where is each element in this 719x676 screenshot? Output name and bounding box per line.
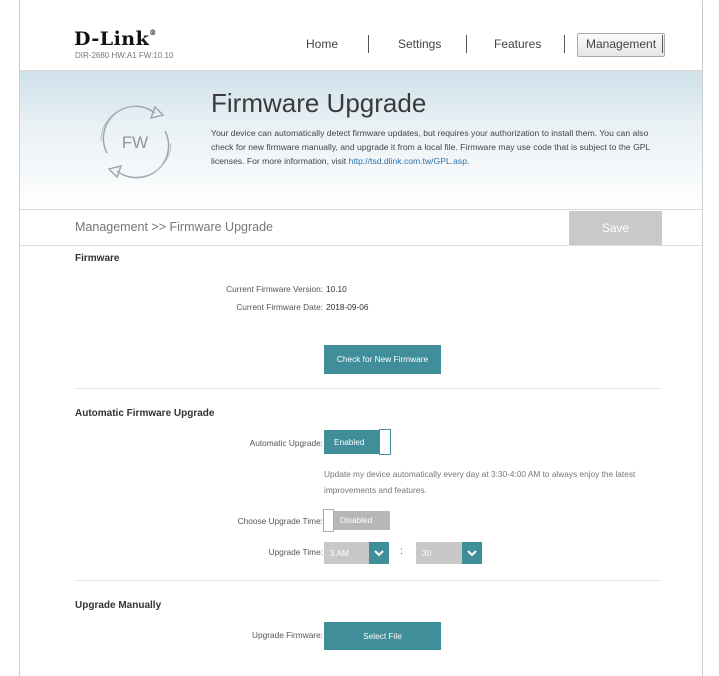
page-banner: FW Firmware Upgrade Your device can auto…: [20, 71, 702, 210]
toggle-knob: [323, 509, 334, 532]
minute-select[interactable]: 30: [416, 542, 482, 564]
auto-upgrade-toggle[interactable]: Enabled: [324, 429, 391, 455]
select-file-button[interactable]: Select File: [324, 622, 441, 650]
section-title-upgrade-manually: Upgrade Manually: [75, 600, 162, 611]
chevron-down-icon: [462, 542, 482, 564]
nav-separator: [564, 35, 565, 53]
section-title-firmware: Firmware: [75, 253, 120, 264]
time-colon: :: [400, 546, 403, 557]
breadcrumb-bar: Management >> Firmware Upgrade Save: [20, 211, 702, 246]
nav-settings[interactable]: Settings: [398, 33, 441, 55]
section-divider: [75, 388, 661, 389]
firmware-icon: FW: [85, 91, 185, 191]
top-header: D-Link® DIR-2680 HW:A1 FW:10.10 Home Set…: [20, 0, 702, 71]
auto-upgrade-note: Update my device automatically every day…: [324, 469, 636, 495]
nav-separator: [466, 35, 467, 53]
page-title: Firmware Upgrade: [211, 88, 427, 118]
toggle-state-label: Disabled: [340, 515, 373, 525]
section-divider: [75, 580, 661, 581]
svg-text:FW: FW: [122, 133, 148, 152]
hour-value: 3 AM: [330, 548, 349, 558]
section-title-auto-upgrade: Automatic Firmware Upgrade: [75, 408, 215, 419]
save-button[interactable]: Save: [569, 211, 662, 245]
firmware-date-value: 2018-09-06: [326, 302, 369, 312]
upgrade-time-label: Upgrade Time:: [268, 547, 323, 557]
nav-separator: [368, 35, 369, 53]
minute-value: 30: [422, 548, 432, 558]
chevron-down-icon: [369, 542, 389, 564]
nav-separator: [662, 35, 663, 53]
auto-upgrade-label: Automatic Upgrade:: [249, 438, 323, 448]
toggle-knob: [379, 429, 391, 455]
breadcrumb: Management >> Firmware Upgrade: [75, 220, 274, 234]
nav-features[interactable]: Features: [494, 33, 541, 55]
page-description: Your device can automatically detect fir…: [211, 128, 650, 166]
firmware-version-label: Current Firmware Version:: [226, 284, 323, 294]
nav-home[interactable]: Home: [306, 33, 338, 55]
main-nav: Home Settings Features Management: [20, 33, 702, 57]
upgrade-firmware-label: Upgrade Firmware:: [251, 630, 323, 640]
app-frame: D-Link® DIR-2680 HW:A1 FW:10.10 Home Set…: [19, 0, 703, 676]
choose-time-label: Choose Upgrade Time:: [237, 516, 323, 526]
toggle-state-label: Enabled: [334, 437, 365, 447]
firmware-date-label: Current Firmware Date:: [236, 302, 323, 312]
firmware-version-value: 10.10: [326, 284, 347, 294]
nav-management[interactable]: Management: [577, 33, 666, 57]
check-new-firmware-button[interactable]: Check for New Firmware: [324, 345, 441, 374]
hour-select[interactable]: 3 AM: [324, 542, 389, 564]
gpl-link[interactable]: http://tsd.dlink.com.tw/GPL.asp: [349, 156, 467, 166]
choose-time-toggle[interactable]: Disabled: [323, 509, 390, 532]
